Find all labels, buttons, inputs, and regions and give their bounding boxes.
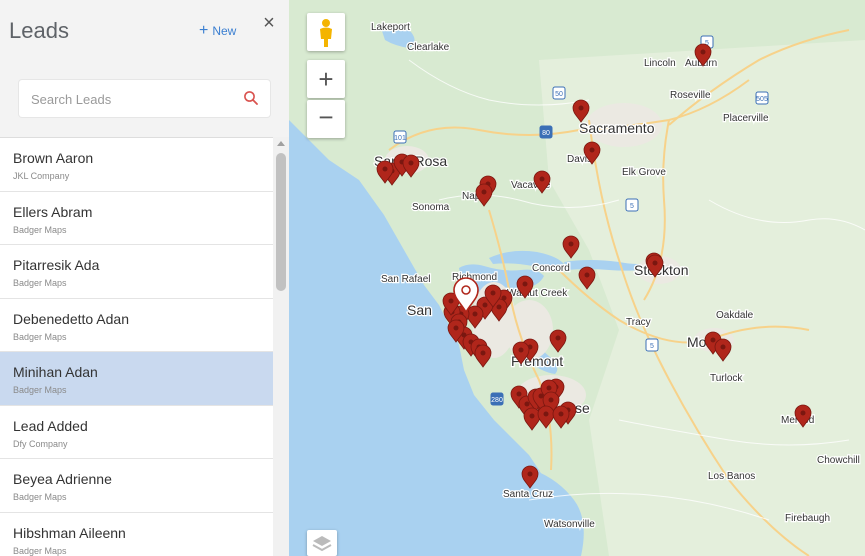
search-box (19, 80, 270, 119)
city-label: San (407, 302, 432, 318)
leads-list: Brown Aaron JKL Company Ellers Abram Badger… (0, 137, 273, 556)
city-label: Santa Cruz (503, 489, 553, 500)
lead-list-item[interactable]: Lead Added Dfy Company (0, 405, 273, 459)
lead-name: Beyea Adrienne (13, 471, 112, 487)
city-label: se (575, 400, 590, 416)
lead-name: Brown Aaron (13, 150, 94, 166)
pegman-icon (320, 19, 332, 47)
city-label: San Rafael (381, 274, 430, 285)
lead-company: Badger Maps (13, 331, 67, 342)
city-label: Oakdale (716, 310, 754, 321)
highway-shield: 505 (755, 91, 769, 105)
city-label: Placerville (723, 113, 769, 124)
city-label: Los Banos (708, 471, 755, 482)
highway-shield: 5 (625, 198, 639, 212)
map[interactable]: 5 50 505 80 101 5 5 280 Lakeport Clearlake Lincol… (289, 0, 865, 556)
city-label: Watsonville (544, 519, 595, 530)
highway-shield: 5 (645, 338, 659, 352)
lead-company: Badger Maps (13, 224, 67, 235)
city-label: Roseville (670, 90, 711, 101)
city-label: Concord (532, 263, 570, 274)
highway-shield-number: 280 (491, 397, 503, 404)
lead-name: Pitarresik Ada (13, 257, 100, 273)
city-label: Lincoln (644, 58, 676, 69)
panel-title: Leads (9, 18, 69, 43)
layers-icon (312, 536, 332, 552)
search-icon[interactable] (243, 90, 259, 106)
street-view-button[interactable] (307, 13, 345, 51)
lead-name: Ellers Abram (13, 203, 93, 220)
city-label: Tracy (626, 317, 651, 328)
city-label: Elk Grove (622, 167, 666, 178)
lead-list-item[interactable]: Pitarresik Ada Badger Maps (0, 245, 273, 299)
lead-list-item[interactable]: Beyea Adrienne Badger Maps (0, 459, 273, 513)
city-label: Sonoma (412, 202, 450, 213)
highway-shield-number: 505 (756, 96, 768, 103)
lead-name: Hibshman Aileenn (13, 524, 126, 541)
new-lead-button[interactable]: + New (199, 22, 237, 39)
highway-shield: 101 (393, 130, 407, 144)
list-scrollbar[interactable] (273, 137, 289, 556)
highway-shield-number: 50 (555, 91, 563, 98)
plus-icon: + (199, 22, 209, 39)
city-label: Firebaugh (785, 513, 830, 524)
lead-list-item[interactable]: Hibshman Aileenn Badger Maps (0, 512, 273, 556)
highway-shield: 80 (539, 125, 553, 139)
city-label: Walnut Creek (507, 288, 568, 299)
highway-shield-number: 80 (542, 130, 550, 137)
search-input[interactable] (29, 80, 238, 119)
city-label: Mo (687, 334, 707, 350)
lead-list-item[interactable]: Debenedetto Adan Badger Maps (0, 298, 273, 352)
highway-shield-number: 5 (650, 343, 654, 350)
leads-panel: Leads + New × Brown Aaron JKL Company Elle… (0, 0, 289, 556)
highway-shield-number: 101 (394, 135, 406, 142)
highway-shield: 50 (552, 86, 566, 100)
zoom-in-button[interactable]: + (307, 60, 345, 98)
city-label: Clearlake (407, 42, 450, 53)
lead-company: Badger Maps (13, 278, 67, 288)
lead-list-item[interactable]: Brown Aaron JKL Company (0, 138, 273, 192)
zoom-out-button[interactable]: − (307, 100, 345, 138)
city-label: Sacramento (579, 120, 655, 136)
lead-company: JKL Company (13, 171, 70, 181)
lead-list-item[interactable]: Ellers Abram Badger Maps (0, 191, 273, 245)
highway-shield-number: 5 (630, 203, 634, 210)
lead-company: Badger Maps (13, 545, 67, 556)
lead-list-item[interactable]: Minihan Adan Badger Maps (0, 352, 273, 406)
scroll-thumb[interactable] (276, 153, 286, 291)
highway-shield: 280 (490, 392, 504, 406)
lead-company: Badger Maps (13, 492, 67, 502)
map-canvas[interactable]: 5505058010155280 LakeportClearlakeLincol… (289, 0, 865, 556)
lead-company: Badger Maps (13, 385, 67, 395)
city-label: Chowchill (817, 455, 860, 466)
city-label: Lakeport (371, 22, 410, 33)
lead-company: Dfy Company (13, 438, 68, 449)
lead-name: Debenedetto Adan (13, 310, 129, 327)
new-button-label: New (212, 24, 237, 38)
scroll-up-arrow-icon[interactable] (277, 141, 285, 146)
lead-name: Minihan Adan (13, 364, 98, 380)
close-panel-button[interactable]: × (260, 12, 278, 34)
city-label: Turlock (710, 373, 743, 384)
lead-name: Lead Added (13, 417, 88, 434)
map-layers-button[interactable] (307, 530, 337, 556)
